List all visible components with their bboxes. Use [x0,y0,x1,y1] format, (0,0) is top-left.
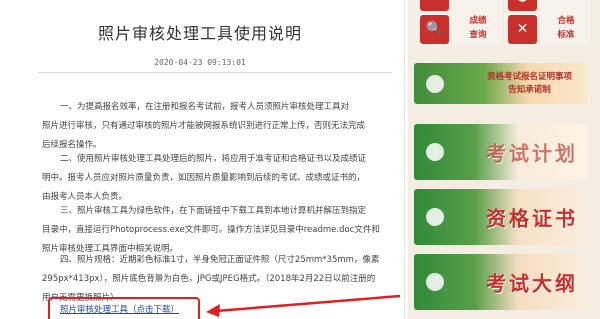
certificate-banner[interactable]: 资格证书 [414,189,588,245]
paragraph-line: 照片进行审核，只有通过审核的照片才能被网报系统识别进行正常上传，否则无法完成 [42,121,366,131]
tools-icon: ✕ [508,15,537,44]
paragraph-line: 四、照片规格：近期彩色标准1寸，半身免冠正面证件照（尺寸25mm*35mm，像素 [60,255,380,265]
paragraph-line: 一、为提高报名效率，在注册和报名考试前，报考人员须照片审核处理工具对 [60,102,350,112]
article-panel: 照片审核处理工具使用说明 2020-04-23 09:13:01 一、为提高报名… [0,0,400,319]
download-tool-link[interactable]: 照片审核处理工具（点击下载） [60,303,179,315]
quick-button-label: 成绩 查询 [469,16,487,40]
score-query-button[interactable]: 🔍 成绩 查询 [416,13,502,46]
paragraph-line: 二、使用照片审核处理工具处理后的照片，将应用于准考证和合格证书以及成绩证 [60,154,367,164]
annotation-arrow-icon [206,294,400,317]
paragraph-2: 二、使用照片审核处理工具处理后的照片，将应用于准考证和合格证书以及成绩证 明中。… [42,150,388,207]
paragraph-line: 目录中，直接运行Photoprocess.exe文件即可。操作方法详见目录中re… [42,225,380,235]
paragraph-line: 295px*413px），照片底色背景为白色，JPG或JPEG格式。（2018年… [42,274,376,284]
banner-label: 资格证书 [486,206,578,231]
paragraph-line: 明中。报考人员应对照片质量负责，如因照片质量影响到后续的考试、成绩或证书的， [42,173,366,183]
banner-decoration-icon [426,74,444,93]
banner-label: 考试计划 [486,141,578,166]
paragraph-1: 一、为提高报名效率，在注册和报名考试前，报考人员须照片审核处理工具对 照片进行审… [42,98,388,155]
banner-decoration-icon [426,143,444,161]
commitment-notice-banner[interactable]: 资格考试报名证明事项 告知承诺制 [414,63,588,104]
register-icon: ✎ [420,0,449,11]
pass-standard-button[interactable]: ✕ 合格 标准 [504,13,590,46]
user-icon: ● [508,0,537,11]
exam-plan-banner[interactable]: 考试计划 [414,124,588,180]
page-title: 照片审核处理工具使用说明 [97,24,302,43]
score-search-icon: 🔍 [420,15,449,44]
banner-decoration-icon [426,208,444,226]
quick-button-label: 合格 标准 [557,16,575,40]
banner-label: 资格考试报名证明事项 告知承诺制 [486,71,572,95]
publish-date: 2020-04-23 09:13:01 [154,58,246,67]
column-divider [404,0,405,319]
paragraph-line: 三、照片审核工具为绿色软件，在下面链接中下载工具到本地计算机并解压到指定 [60,206,367,216]
title-divider [38,72,392,73]
banner-label: 考试大纲 [486,271,578,296]
exam-syllabus-banner[interactable]: 考试大纲 [414,254,588,310]
banner-decoration-icon [426,273,444,291]
